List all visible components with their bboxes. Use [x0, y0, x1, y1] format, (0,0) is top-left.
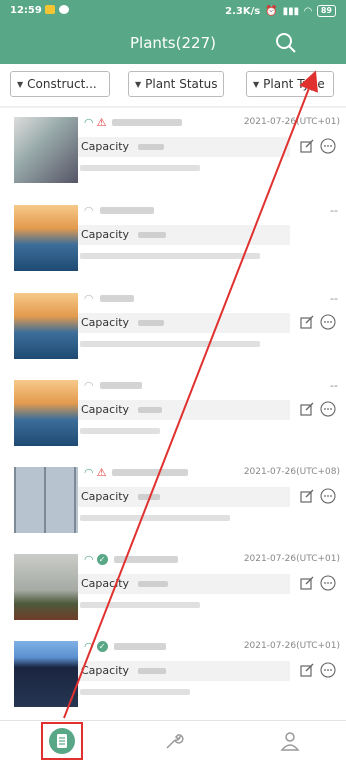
capacity-label: Capacity	[81, 577, 130, 590]
battery-level: 89	[316, 5, 336, 17]
capacity-label: Capacity	[81, 490, 130, 503]
plant-thumbnail	[14, 380, 78, 446]
check-icon: ✓	[96, 640, 108, 652]
edit-icon[interactable]	[300, 139, 314, 153]
highlight-box	[41, 722, 83, 760]
wifi-icon: ◠	[84, 115, 94, 129]
filter-plant-type[interactable]: ▼ Plant Type	[246, 71, 334, 97]
dropdown-icon: ▼	[135, 79, 142, 89]
more-icon[interactable]	[320, 662, 336, 678]
plant-thumbnail	[14, 641, 78, 707]
edit-icon[interactable]	[300, 576, 314, 590]
capacity-value	[138, 581, 168, 587]
wifi-off-icon: ◠	[84, 203, 94, 217]
plant-name	[113, 555, 178, 563]
plant-name	[99, 206, 154, 214]
edit-icon[interactable]	[300, 402, 314, 416]
plant-thumbnail	[14, 205, 78, 271]
plant-name	[112, 468, 189, 476]
wrench-icon	[166, 734, 184, 749]
search-icon[interactable]	[275, 32, 299, 56]
plant-name	[113, 642, 166, 650]
wifi-icon: ◠	[84, 639, 94, 653]
plant-card[interactable]: ◠ ✓ 2021-07-26(UTC+01) Capacity	[0, 632, 346, 720]
capacity-label: Capacity	[81, 140, 130, 153]
edit-icon[interactable]	[300, 663, 314, 677]
plant-card[interactable]: ◠ -- Capacity	[0, 196, 346, 284]
wifi-icon: ◠	[304, 5, 312, 17]
plant-address	[80, 689, 190, 695]
dropdown-icon: ▼	[253, 79, 260, 89]
capacity-label: Capacity	[81, 403, 130, 416]
status-bar: 12:59 2.3K/s ⏰ ▮▮▮ ◠ 89	[0, 0, 346, 24]
wifi-icon: ◠	[84, 552, 94, 566]
plant-address	[80, 253, 260, 259]
plant-card[interactable]: ◠ ⚠ 2021-07-26(UTC+01) Capacity	[0, 108, 346, 196]
notification-icon	[45, 5, 55, 14]
more-icon[interactable]	[320, 314, 336, 330]
plant-name	[112, 118, 183, 126]
capacity-value	[138, 232, 166, 238]
alarm-icon: ⚠	[96, 115, 107, 129]
plant-date: 2021-07-26(UTC+01)	[243, 641, 340, 651]
plant-date: --	[330, 292, 338, 305]
edit-icon[interactable]	[300, 489, 314, 503]
capacity-value	[138, 144, 164, 150]
plant-thumbnail	[14, 467, 78, 533]
plant-address	[80, 515, 230, 521]
header: Plants(227)	[0, 24, 346, 64]
alarm-icon: ⚠	[96, 465, 107, 479]
more-icon[interactable]	[320, 401, 336, 417]
plant-card[interactable]: ◠ -- Capacity	[0, 284, 346, 372]
filter-construction[interactable]: ▼ Construct...	[10, 71, 110, 97]
alarm-icon: ⏰	[265, 5, 278, 17]
plant-address	[80, 341, 260, 347]
plant-date: 2021-07-26(UTC+08)	[243, 467, 340, 477]
capacity-value	[138, 494, 160, 500]
plant-name	[99, 294, 134, 302]
net-speed: 2.3K/s	[225, 5, 261, 17]
plant-thumbnail	[14, 293, 78, 359]
check-icon: ✓	[96, 553, 108, 565]
nav-profile[interactable]	[270, 721, 310, 761]
capacity-value	[138, 320, 164, 326]
plant-date: 2021-07-26(UTC+01)	[243, 117, 340, 127]
app-icon	[59, 5, 69, 14]
status-time: 12:59	[10, 5, 42, 16]
capacity-value	[138, 668, 166, 674]
wifi-icon: ◠	[84, 465, 94, 479]
plant-thumbnail	[14, 117, 78, 183]
plant-card[interactable]: ◠ -- Capacity	[0, 371, 346, 459]
plant-date: --	[330, 379, 338, 392]
filter-plant-status[interactable]: ▼ Plant Status	[128, 71, 224, 97]
user-icon	[280, 732, 300, 751]
filter-bar: ▼ Construct... ▼ Plant Status ▼ Plant Ty…	[0, 64, 346, 106]
signal-icon: ▮▮▮	[282, 5, 300, 17]
plant-card[interactable]: ◠ ✓ 2021-07-26(UTC+01) Capacity	[0, 545, 346, 633]
dropdown-icon: ▼	[17, 79, 24, 89]
plant-address	[80, 165, 200, 171]
plant-date: --	[330, 204, 338, 217]
capacity-label: Capacity	[81, 316, 130, 329]
wifi-off-icon: ◠	[84, 378, 94, 392]
plant-thumbnail	[14, 554, 78, 620]
capacity-label: Capacity	[81, 228, 130, 241]
edit-icon[interactable]	[300, 315, 314, 329]
capacity-label: Capacity	[81, 664, 130, 677]
more-icon[interactable]	[320, 138, 336, 154]
capacity-value	[138, 407, 162, 413]
plant-date: 2021-07-26(UTC+01)	[243, 554, 340, 564]
plant-address	[80, 602, 200, 608]
nav-maintenance[interactable]	[154, 721, 194, 761]
more-icon[interactable]	[320, 488, 336, 504]
plant-address	[80, 428, 160, 434]
more-icon[interactable]	[320, 575, 336, 591]
wifi-off-icon: ◠	[84, 291, 94, 305]
plant-name	[99, 381, 142, 389]
plant-card[interactable]: ◠ ⚠ 2021-07-26(UTC+08) Capacity	[0, 458, 346, 546]
